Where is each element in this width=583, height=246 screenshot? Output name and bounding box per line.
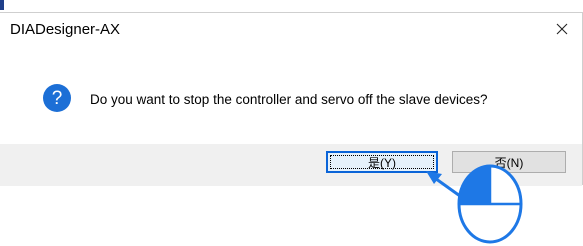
no-button[interactable]: 否(N) (452, 151, 566, 173)
yes-button[interactable]: 是(Y) (326, 151, 438, 173)
dialog-content: ? Do you want to stop the controller and… (0, 45, 582, 144)
no-button-label: 否(N) (494, 155, 524, 170)
title-bar[interactable]: DIADesigner-AX (0, 13, 582, 45)
close-button[interactable] (542, 13, 582, 45)
window-title: DIADesigner-AX (10, 21, 121, 38)
close-icon (556, 23, 568, 35)
focus-rectangle (330, 155, 434, 169)
dialog-message: Do you want to stop the controller and s… (90, 92, 488, 107)
question-glyph: ? (52, 88, 63, 109)
background-window-edge (0, 0, 4, 10)
question-icon: ? (43, 84, 71, 112)
